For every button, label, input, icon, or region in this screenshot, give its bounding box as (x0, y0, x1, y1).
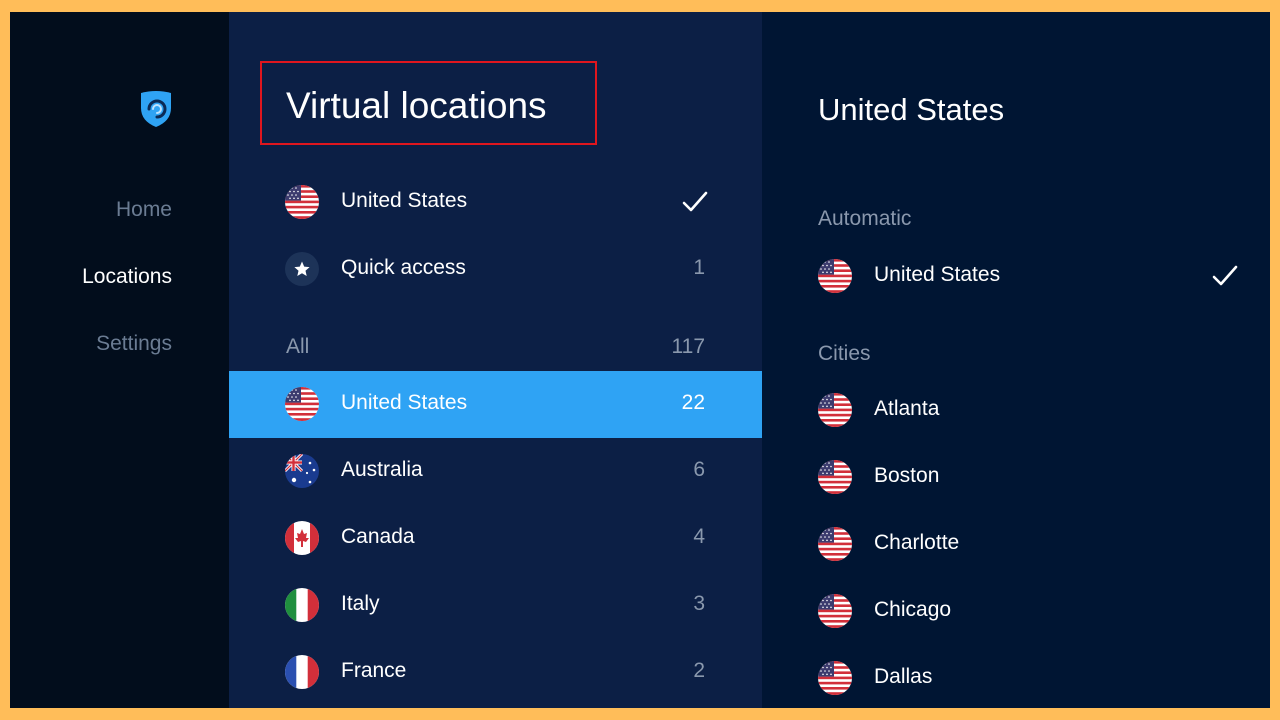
location-detail-panel: United States Automatic United States Ci… (762, 12, 1270, 708)
country-label: United States (341, 391, 468, 414)
country-row-france[interactable]: France 2 (229, 639, 762, 706)
checkmark-icon (1212, 263, 1238, 289)
us-flag-icon (818, 393, 852, 427)
cities-section-label: Cities (818, 342, 871, 365)
all-section-count: 117 (671, 335, 705, 358)
nav-item-settings[interactable]: Settings (96, 332, 172, 356)
country-row-australia[interactable]: Australia 6 (229, 438, 762, 505)
us-flag-icon (818, 460, 852, 494)
checkmark-icon (682, 189, 708, 215)
country-count: 6 (693, 458, 705, 481)
country-count: 4 (693, 525, 705, 548)
city-row-dallas[interactable]: Dallas (762, 645, 1270, 708)
city-row-atlanta[interactable]: Atlanta (762, 377, 1270, 444)
country-count: 22 (681, 391, 705, 414)
city-label: Atlanta (874, 397, 940, 420)
country-label: France (341, 659, 407, 682)
country-row-italy[interactable]: Italy 3 (229, 572, 762, 639)
country-count: 3 (693, 592, 705, 615)
us-flag-icon (818, 527, 852, 561)
italy-flag-icon (285, 588, 319, 622)
nav-item-locations[interactable]: Locations (82, 265, 172, 289)
quick-access-count: 1 (693, 256, 705, 279)
automatic-location-label: United States (874, 263, 1001, 286)
city-row-boston[interactable]: Boston (762, 444, 1270, 511)
star-icon (285, 252, 319, 286)
us-flag-icon (818, 661, 852, 695)
us-flag-icon (818, 594, 852, 628)
current-location-label: United States (341, 189, 468, 212)
quick-access-row[interactable]: Quick access 1 (229, 236, 762, 303)
city-label: Chicago (874, 598, 952, 621)
city-label: Boston (874, 464, 940, 487)
city-label: Charlotte (874, 531, 960, 554)
app-window: Home Locations Settings Virtual location… (10, 12, 1270, 708)
current-location-row[interactable]: United States (229, 169, 762, 236)
country-label: Canada (341, 525, 415, 548)
detail-title: United States (818, 92, 1005, 127)
country-count: 2 (693, 659, 705, 682)
us-flag-icon (285, 185, 319, 219)
country-label: Australia (341, 458, 423, 481)
country-label: Italy (341, 592, 380, 615)
automatic-section-label: Automatic (818, 207, 912, 230)
automatic-location-row[interactable]: United States (762, 243, 1270, 310)
city-row-charlotte[interactable]: Charlotte (762, 511, 1270, 578)
us-flag-icon (285, 387, 319, 421)
city-label: Dallas (874, 665, 933, 688)
australia-flag-icon (285, 454, 319, 488)
side-navigation: Home Locations Settings (10, 12, 229, 708)
nav-item-home[interactable]: Home (116, 198, 172, 222)
country-row-united-states[interactable]: United States 22 (229, 371, 762, 438)
canada-flag-icon (285, 521, 319, 555)
city-row-chicago[interactable]: Chicago (762, 578, 1270, 645)
france-flag-icon (285, 655, 319, 689)
us-flag-icon (818, 259, 852, 293)
locations-list-panel: Virtual locations United States Quick ac… (229, 12, 762, 708)
page-title: Virtual locations (286, 85, 547, 126)
country-row-canada[interactable]: Canada 4 (229, 505, 762, 572)
shield-logo-icon (141, 91, 171, 127)
all-section-label: All (286, 335, 310, 358)
quick-access-label: Quick access (341, 256, 466, 279)
